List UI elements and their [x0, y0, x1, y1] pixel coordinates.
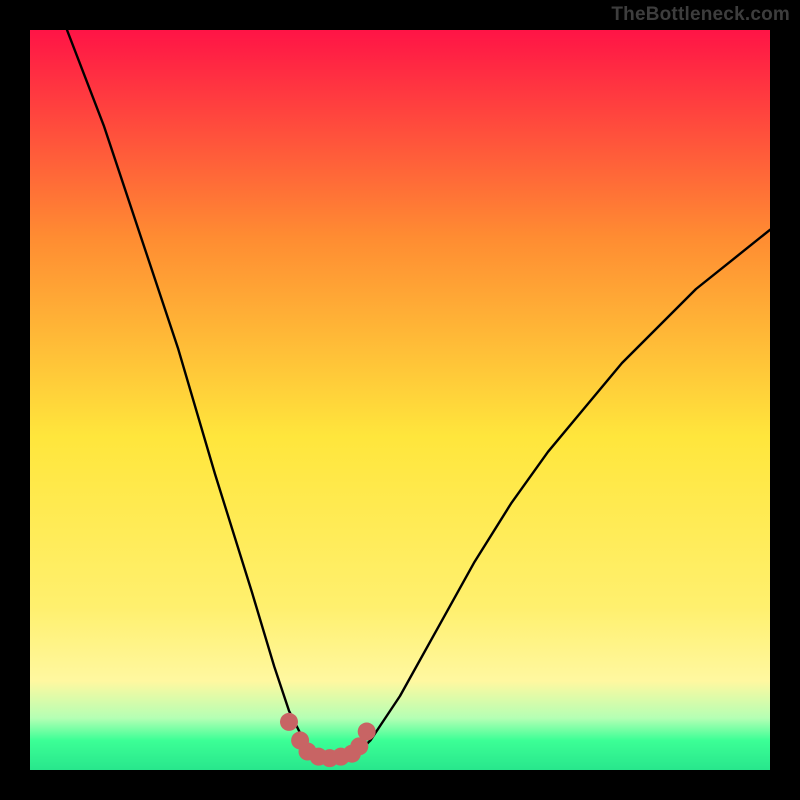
plot-area: [30, 30, 770, 770]
valley-marker: [280, 713, 298, 731]
plot-svg: [30, 30, 770, 770]
valley-marker: [358, 723, 376, 741]
watermark-text: TheBottleneck.com: [611, 4, 790, 26]
gradient-background: [30, 30, 770, 770]
chart-stage: TheBottleneck.com: [0, 0, 800, 800]
